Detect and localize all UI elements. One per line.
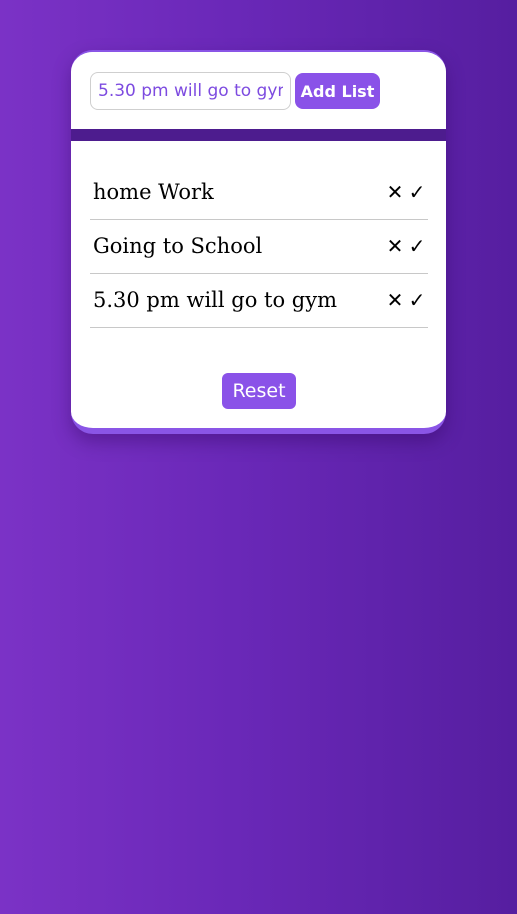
section-divider [71,129,446,141]
delete-icon[interactable]: ✕ [386,235,404,257]
list-item: Going to School ✕ ✓ [90,220,428,274]
task-list: home Work ✕ ✓ Going to School ✕ ✓ 5.30 p… [90,166,428,328]
input-section: Add List [71,52,446,131]
task-text: home Work [93,180,214,204]
delete-icon[interactable]: ✕ [386,289,404,311]
todo-card: Add List home Work ✕ ✓ Going to School ✕… [71,50,446,434]
task-text: 5.30 pm will go to gym [93,288,338,312]
list-item: home Work ✕ ✓ [90,166,428,220]
task-actions: ✕ ✓ [386,289,426,311]
checkmark-icon[interactable]: ✓ [408,181,426,203]
checkmark-icon[interactable]: ✓ [408,235,426,257]
delete-icon[interactable]: ✕ [386,181,404,203]
task-actions: ✕ ✓ [386,235,426,257]
task-text: Going to School [93,234,263,258]
task-actions: ✕ ✓ [386,181,426,203]
task-input[interactable] [90,72,291,110]
list-item: 5.30 pm will go to gym ✕ ✓ [90,274,428,328]
checkmark-icon[interactable]: ✓ [408,289,426,311]
add-list-button[interactable]: Add List [295,73,380,109]
reset-button[interactable]: Reset [222,373,296,409]
